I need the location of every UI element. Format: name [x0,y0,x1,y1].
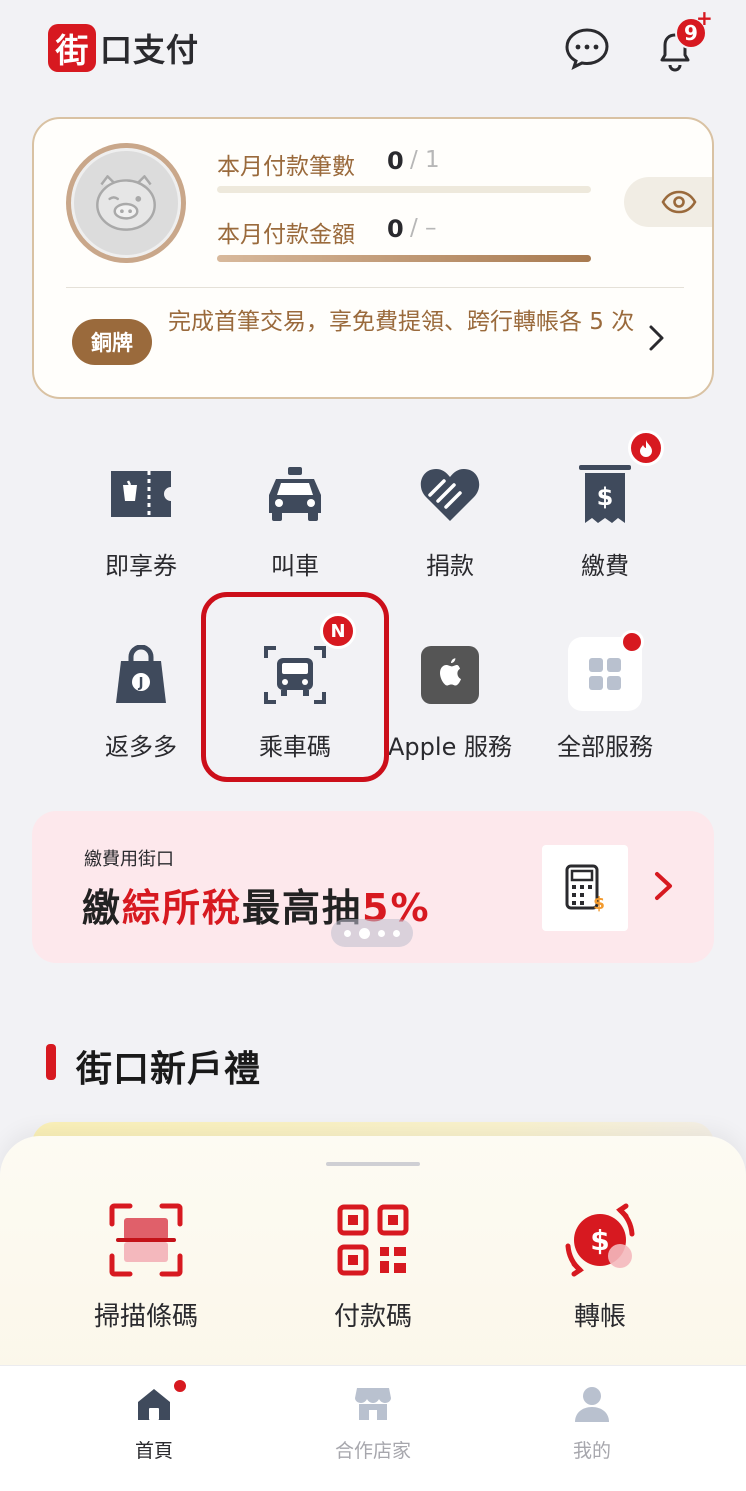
service-apple[interactable]: Apple 服務 [373,643,527,793]
app-header: 街 口支付 9 + [0,0,746,100]
tab-stores[interactable]: 合作店家 [293,1380,453,1470]
payment-amount-limit: / – [410,215,437,241]
promo-banner[interactable]: 繳費用街口 繳綜所稅最高抽5% $ [32,811,714,963]
tab-home[interactable]: 首頁 [74,1378,234,1470]
payment-code-button[interactable]: 付款碼 [273,1200,473,1340]
service-bill[interactable]: $ 繳費 [528,430,682,612]
calculator-icon: $ [542,845,628,931]
action-label: 付款碼 [333,1302,412,1332]
coupon-icon [109,462,173,526]
payment-amount-value: 0 [387,215,404,243]
tab-label: 合作店家 [334,1440,411,1462]
payment-amount-label: 本月付款金額 [217,222,355,248]
logo-mark: 街 [48,24,96,72]
eye-icon [661,190,697,214]
member-card[interactable]: 本月付款筆數 0 / 1 本月付款金額 0 / – 銅牌 完成首筆交易，享免費提… [32,117,714,399]
carousel-dot[interactable] [359,927,370,939]
sheet-drag-handle[interactable] [326,1162,420,1166]
action-label: 掃描條碼 [93,1302,198,1332]
hot-flame-icon [628,430,664,466]
svg-text:$: $ [593,894,605,913]
apple-icon [418,643,482,707]
home-dot-badge [172,1378,188,1394]
quick-actions-sheet: 掃描條碼 付款碼 $ 轉帳 [0,1136,746,1376]
carousel-dot[interactable] [344,929,351,937]
carousel-dot[interactable] [393,929,400,937]
toggle-visibility-button[interactable] [624,177,712,227]
chevron-right-icon[interactable] [652,869,676,907]
action-label: 轉帳 [573,1302,626,1332]
svg-text:$: $ [590,1224,609,1257]
card-divider [66,287,684,288]
bottom-tab-bar: 首頁 合作店家 我的 [0,1365,746,1491]
banner-subtitle: 繳費用街口 [84,849,174,870]
service-all[interactable]: 全部服務 [528,630,682,793]
bill-icon: $ [573,462,637,526]
home-icon [134,1384,174,1424]
service-label: 繳費 [581,552,629,580]
section-accent [46,1044,56,1080]
highlight-ride-code-outline [201,592,389,782]
pig-avatar-icon [96,175,156,231]
scan-barcode-button[interactable]: 掃描條碼 [46,1200,246,1340]
service-cashback[interactable]: J 返多多 [64,643,218,793]
profile-icon [572,1384,612,1424]
service-label: 全部服務 [557,733,653,761]
avatar[interactable] [66,143,186,263]
section-title: 街口新戶禮 [76,1049,262,1090]
taxi-icon [263,462,327,526]
logo-text: 口支付 [100,31,200,69]
qr-code-icon [333,1200,413,1280]
tab-profile[interactable]: 我的 [512,1380,672,1470]
svg-text:$: $ [597,483,614,511]
chevron-right-icon[interactable] [647,323,667,357]
carousel-indicator[interactable] [331,919,413,947]
tier-message: 完成首筆交易，享免費提領、跨行轉帳各 5 次 [168,309,635,335]
payment-amount-progress [217,255,591,262]
payment-count-label: 本月付款筆數 [217,154,355,180]
payment-count-limit: / 1 [410,147,440,173]
new-dot-badge [620,630,644,654]
carousel-dot[interactable] [378,929,385,937]
notification-plus: + [696,6,713,30]
transfer-button[interactable]: $ 轉帳 [500,1200,700,1340]
scan-barcode-icon [106,1200,186,1280]
tab-label: 我的 [572,1440,611,1462]
payment-count-progress [217,186,591,193]
service-taxi[interactable]: 叫車 [218,462,372,612]
shopping-bag-icon: J [109,643,173,707]
transfer-icon: $ [560,1200,640,1280]
tab-label: 首頁 [134,1440,173,1462]
service-coupon[interactable]: 即享券 [64,462,218,612]
tier-badge: 銅牌 [72,319,152,365]
svg-text:J: J [138,676,144,691]
store-icon [353,1384,393,1424]
payment-count-value: 0 [387,147,404,175]
app-logo: 街 口支付 [48,24,199,72]
customer-service-icon[interactable] [560,22,614,76]
service-donate[interactable]: 捐款 [373,462,527,612]
donate-heart-icon [418,462,482,526]
